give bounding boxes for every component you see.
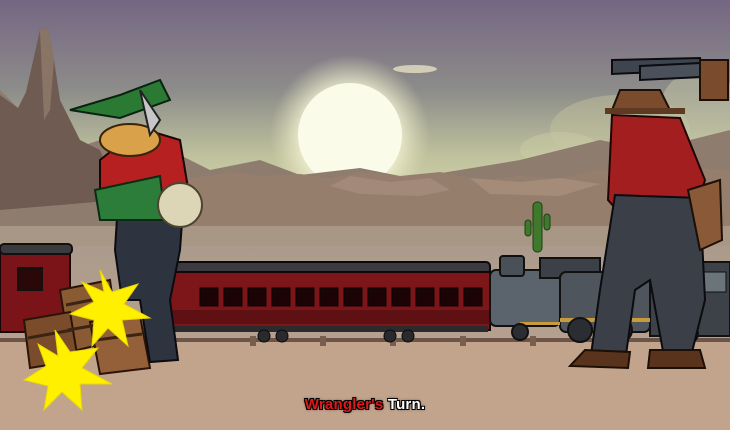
active-combatant-name: Wrangler's <box>304 396 384 413</box>
desert-background <box>0 0 730 430</box>
turn-label: Turn. <box>383 396 426 413</box>
passenger-car <box>169 261 491 343</box>
turn-indicator: Wrangler's Turn. <box>0 396 730 413</box>
battle-scene: Wrangler's Turn. <box>0 0 730 430</box>
